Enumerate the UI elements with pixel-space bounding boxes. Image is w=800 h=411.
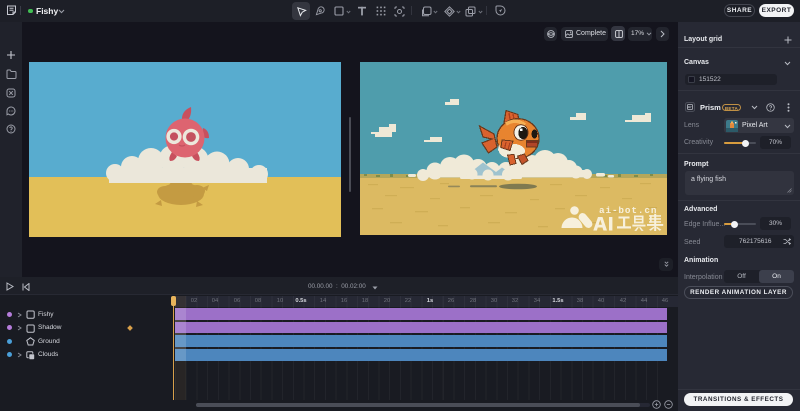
svg-text:ai-bot.cn: ai-bot.cn (599, 205, 657, 216)
